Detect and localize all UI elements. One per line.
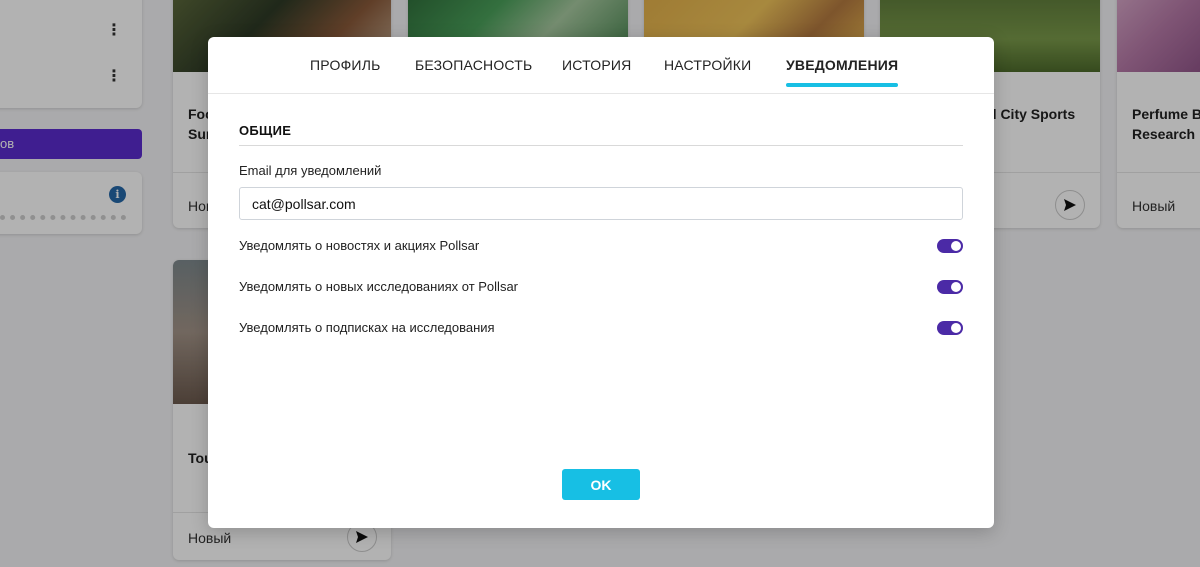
toggle-subscriptions-switch[interactable] (937, 321, 963, 335)
toggle-row-new-studies: Уведомлять о новых исследованиях от Poll… (239, 279, 963, 299)
settings-modal: ПРОФИЛЬ БЕЗОПАСНОСТЬ ИСТОРИЯ НАСТРОЙКИ У… (208, 37, 994, 528)
toggle-new-studies-switch[interactable] (937, 280, 963, 294)
toggle-knob (951, 282, 961, 292)
ok-button[interactable]: OK (562, 469, 640, 500)
tab-profile[interactable]: ПРОФИЛЬ (310, 57, 380, 73)
tab-history-label: ИСТОРИЯ (562, 57, 632, 73)
active-tab-indicator (786, 83, 899, 87)
tab-notifications-label: УВЕДОМЛЕНИЯ (786, 57, 899, 73)
email-field[interactable] (239, 187, 963, 220)
toggle-knob (951, 241, 961, 251)
section-divider (239, 145, 963, 146)
toggle-news-label: Уведомлять о новостях и акциях Pollsar (239, 238, 480, 253)
toggle-news-switch[interactable] (937, 239, 963, 253)
tab-security[interactable]: БЕЗОПАСНОСТЬ (415, 57, 532, 73)
section-title: ОБЩИЕ (239, 123, 292, 138)
settings-tabs: ПРОФИЛЬ БЕЗОПАСНОСТЬ ИСТОРИЯ НАСТРОЙКИ У… (208, 37, 994, 94)
tab-settings-label: НАСТРОЙКИ (664, 57, 752, 73)
toggle-subscriptions-label: Уведомлять о подписках на исследования (239, 320, 495, 335)
tab-profile-label: ПРОФИЛЬ (310, 57, 381, 73)
tab-security-label: БЕЗОПАСНОСТЬ (415, 57, 533, 73)
toggle-row-subscriptions: Уведомлять о подписках на исследования (239, 320, 963, 340)
toggle-new-studies-label: Уведомлять о новых исследованиях от Poll… (239, 279, 518, 294)
email-field-label: Email для уведомлений (239, 163, 382, 178)
toggle-knob (951, 323, 961, 333)
tab-settings[interactable]: НАСТРОЙКИ (664, 57, 751, 73)
tab-notifications[interactable]: УВЕДОМЛЕНИЯ (786, 57, 899, 87)
tab-history[interactable]: ИСТОРИЯ (562, 57, 631, 73)
toggle-row-news: Уведомлять о новостях и акциях Pollsar (239, 238, 963, 258)
